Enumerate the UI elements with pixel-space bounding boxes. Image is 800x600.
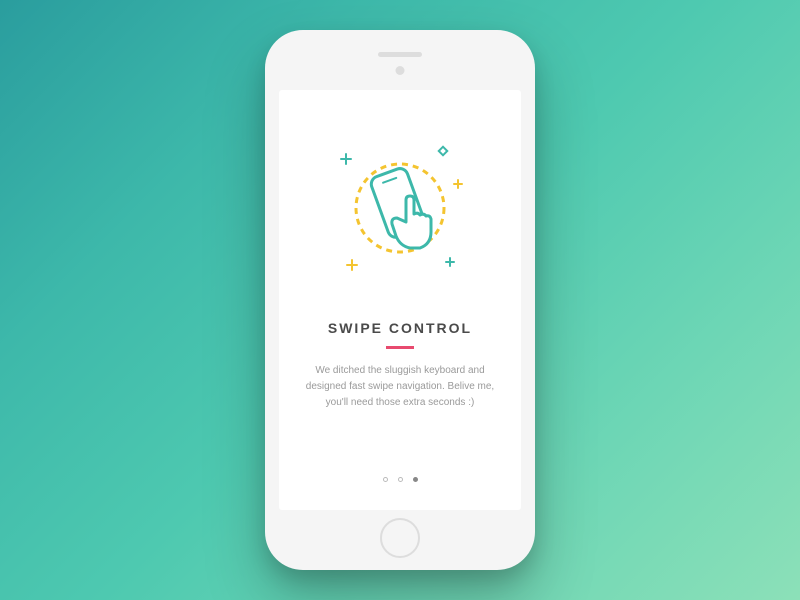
title-underline bbox=[386, 346, 414, 349]
swipe-illustration bbox=[320, 130, 480, 290]
plus-decoration-icon bbox=[446, 258, 454, 266]
plus-decoration-icon bbox=[454, 180, 462, 188]
plus-decoration-icon bbox=[341, 154, 351, 164]
app-screen[interactable]: SWIPE CONTROL We ditched the sluggish ke… bbox=[279, 90, 521, 510]
page-dot-3[interactable] bbox=[413, 477, 418, 482]
page-dot-1[interactable] bbox=[383, 477, 388, 482]
pagination-dots bbox=[383, 477, 418, 482]
onboarding-title: SWIPE CONTROL bbox=[328, 320, 472, 336]
plus-decoration-icon bbox=[347, 260, 357, 270]
page-dot-2[interactable] bbox=[398, 477, 403, 482]
onboarding-description: We ditched the sluggish keyboard and des… bbox=[305, 363, 495, 411]
home-button[interactable] bbox=[380, 518, 420, 558]
phone-device-mockup: SWIPE CONTROL We ditched the sluggish ke… bbox=[265, 30, 535, 570]
